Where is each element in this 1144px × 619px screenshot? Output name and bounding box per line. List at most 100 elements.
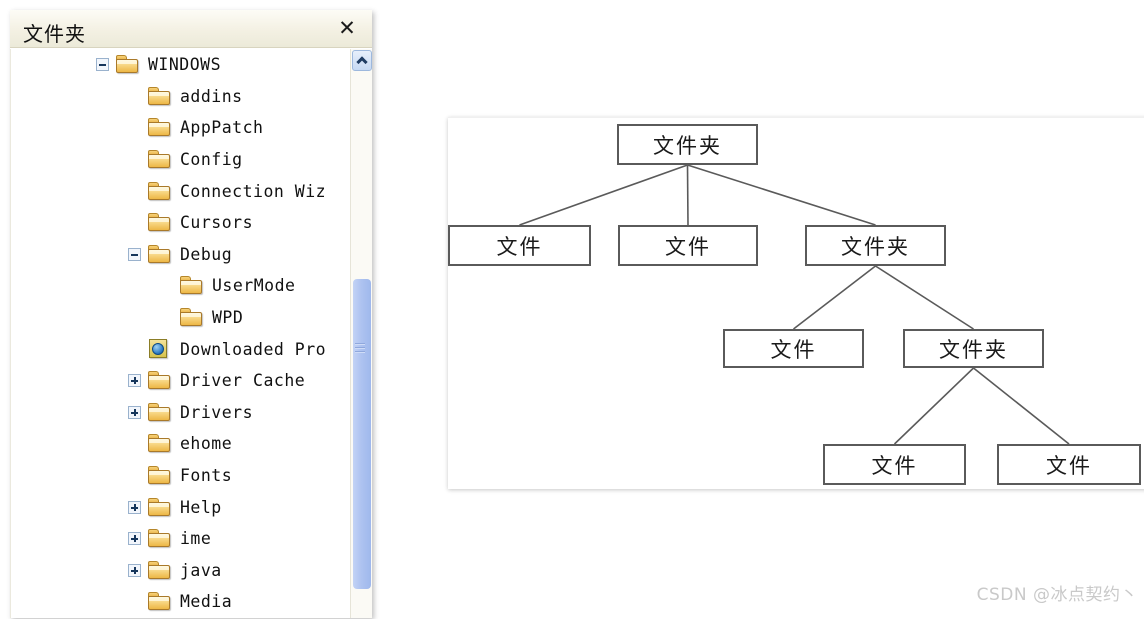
tree-item-label: Drivers bbox=[180, 402, 254, 422]
tree-scrollbar[interactable] bbox=[350, 49, 372, 618]
edge-n0-n1 bbox=[519, 164, 688, 226]
tree-item-config[interactable]: Config bbox=[11, 144, 351, 176]
downloaded-program-files-icon bbox=[148, 339, 172, 359]
diagram-node-label: 文件 bbox=[871, 453, 918, 478]
tree-item-label: Cursors bbox=[180, 213, 254, 233]
folder-icon bbox=[148, 466, 172, 485]
diagram-node: 文件 bbox=[997, 444, 1141, 485]
diagram-node-label: 文件 bbox=[1046, 453, 1092, 478]
tree-item-wpd[interactable]: WPD bbox=[11, 302, 351, 334]
expander-placeholder bbox=[128, 216, 141, 229]
tree-item-label: Downloaded Pro bbox=[180, 339, 327, 359]
tree-item-apppatch[interactable]: AppPatch bbox=[11, 112, 351, 144]
tree-item-debug[interactable]: Debug bbox=[11, 239, 351, 271]
collapse-minus-icon[interactable] bbox=[96, 58, 109, 72]
diagram-edges bbox=[519, 164, 1070, 445]
collapse-minus-icon[interactable] bbox=[128, 247, 141, 261]
tree-item-cursors[interactable]: Cursors bbox=[11, 207, 351, 239]
folder-icon bbox=[148, 497, 172, 517]
tree-item-java[interactable]: java bbox=[11, 555, 351, 587]
tree-item-ehome[interactable]: ehome bbox=[11, 428, 351, 460]
expand-plus-icon[interactable] bbox=[128, 500, 141, 514]
scroll-up-arrow-icon[interactable] bbox=[352, 50, 372, 71]
expand-plus-icon[interactable] bbox=[128, 374, 141, 388]
tree-item-windows[interactable]: WINDOWS bbox=[11, 49, 351, 81]
folder-structure-diagram: 文件夹 文件 文件 文件夹 文件 文件夹 文件 文件 bbox=[448, 117, 1144, 489]
diagram-node: 文件 bbox=[448, 225, 591, 266]
expander-placeholder bbox=[128, 595, 141, 608]
tree-item-connection-wiz[interactable]: Connection Wiz bbox=[11, 175, 351, 207]
tree-item-help[interactable]: Help bbox=[11, 491, 351, 523]
expander-placeholder bbox=[128, 90, 141, 103]
edge-n0-n3 bbox=[687, 164, 876, 226]
expander-placeholder bbox=[160, 311, 173, 324]
folder-icon bbox=[148, 213, 172, 232]
tree-item-label: Config bbox=[180, 150, 243, 170]
screen-root: 文件夹 ✕ WINDOWS addins AppPatch Config Connect… bbox=[0, 0, 1144, 619]
tree-item-driver-cache[interactable]: Driver Cache bbox=[11, 365, 351, 397]
expander-placeholder bbox=[128, 343, 141, 356]
folder-icon bbox=[148, 371, 172, 390]
folders-panel: 文件夹 ✕ WINDOWS addins AppPatch Config Connect… bbox=[10, 10, 372, 618]
tree-item-label: Media bbox=[180, 592, 233, 612]
tree-item-label: Driver Cache bbox=[180, 371, 306, 391]
expand-plus-icon[interactable] bbox=[128, 405, 141, 419]
folder-icon bbox=[148, 150, 172, 169]
expander-placeholder bbox=[160, 279, 173, 292]
tree-item-label: Connection Wiz bbox=[180, 181, 327, 201]
edge-n0-n2 bbox=[686, 164, 689, 226]
tree-item-addins[interactable]: addins bbox=[11, 81, 351, 113]
diagram-node-label: 文件 bbox=[665, 234, 711, 259]
tree-item-label: WINDOWS bbox=[148, 55, 222, 75]
folder-icon bbox=[116, 55, 140, 74]
tree-item-drivers[interactable]: Drivers bbox=[11, 397, 351, 429]
folder-icon bbox=[148, 402, 172, 422]
diagram-node: 文件夹 bbox=[903, 329, 1044, 368]
tree-item-label: ehome bbox=[180, 434, 233, 454]
tree-item-ime[interactable]: ime bbox=[11, 523, 351, 555]
watermark: CSDN @冰点契约丶 bbox=[976, 585, 1138, 605]
folder-icon bbox=[148, 181, 172, 201]
folder-icon bbox=[148, 560, 172, 580]
diagram-node: 文件 bbox=[723, 329, 864, 368]
folder-icon bbox=[148, 529, 172, 548]
diagram-node-label: 文件夹 bbox=[653, 133, 722, 158]
expander-placeholder bbox=[128, 185, 141, 198]
edge-n5-n7 bbox=[973, 367, 1070, 445]
tree-item-label: WPD bbox=[212, 308, 244, 328]
diagram-node-label: 文件 bbox=[496, 234, 543, 259]
diagram-node-label: 文件 bbox=[770, 337, 817, 362]
tree-item-media[interactable]: Media bbox=[11, 586, 351, 618]
expander-placeholder bbox=[128, 121, 141, 134]
edge-n3-n4 bbox=[793, 265, 876, 330]
folder-icon bbox=[148, 592, 172, 611]
expander-placeholder bbox=[128, 153, 141, 166]
panel-body: WINDOWS addins AppPatch Config Connection Wi… bbox=[10, 49, 372, 618]
scrollbar-thumb[interactable] bbox=[353, 279, 371, 589]
expand-plus-icon[interactable] bbox=[128, 532, 141, 546]
tree-item-label: ime bbox=[180, 529, 212, 549]
folder-icon bbox=[148, 118, 172, 137]
close-icon[interactable]: ✕ bbox=[336, 18, 358, 40]
folder-icon bbox=[148, 434, 172, 453]
edge-n3-n5 bbox=[875, 265, 974, 330]
folder-tree[interactable]: WINDOWS addins AppPatch Config Connection Wi… bbox=[11, 49, 351, 618]
folder-icon bbox=[180, 276, 204, 295]
expander-placeholder bbox=[128, 437, 141, 450]
folder-icon bbox=[148, 86, 172, 106]
tree-item-label: Fonts bbox=[180, 466, 233, 486]
tree-item-label: Help bbox=[180, 497, 222, 517]
diagram-node: 文件夹 bbox=[805, 225, 946, 266]
tree-item-label: UserMode bbox=[212, 276, 296, 296]
tree-item-label: Debug bbox=[180, 244, 233, 264]
diagram-node: 文件夹 bbox=[617, 124, 758, 165]
tree-item-label: addins bbox=[180, 86, 243, 106]
tree-item-downloaded-pro[interactable]: Downloaded Pro bbox=[11, 333, 351, 365]
tree-item-fonts[interactable]: Fonts bbox=[11, 460, 351, 492]
expand-plus-icon[interactable] bbox=[128, 563, 141, 577]
tree-item-usermode[interactable]: UserMode bbox=[11, 270, 351, 302]
tree-item-label: AppPatch bbox=[180, 118, 264, 138]
tree-item-label: java bbox=[180, 560, 222, 580]
edge-n5-n6 bbox=[893, 367, 975, 445]
diagram-node-label: 文件夹 bbox=[939, 337, 1008, 362]
